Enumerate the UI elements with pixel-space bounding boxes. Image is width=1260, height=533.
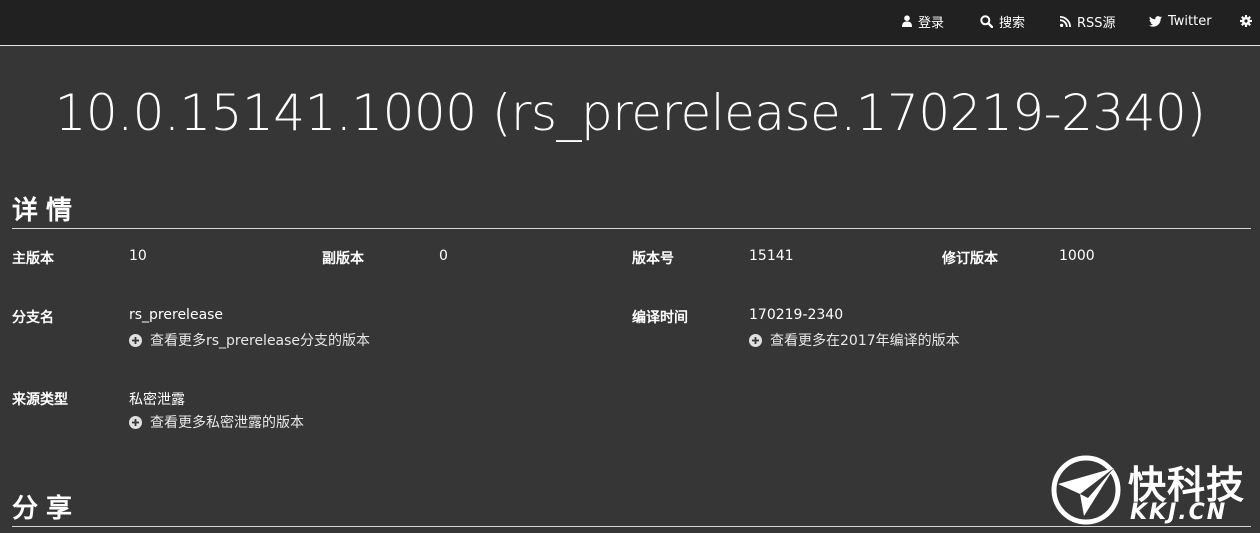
rss-icon	[1060, 15, 1071, 27]
settings-button[interactable]	[1240, 0, 1258, 42]
major-version-label: 主版本	[12, 251, 54, 267]
branch-more-label: 查看更多rs_prerelease分支的版本	[150, 333, 371, 349]
gear-icon	[1240, 15, 1252, 27]
plus-circle-icon	[749, 333, 762, 347]
details-divider	[12, 228, 1251, 229]
kkj-watermark: 快科技 KKJ.CN	[1050, 452, 1256, 528]
source-more-label: 查看更多私密泄露的版本	[150, 415, 304, 431]
revision-value: 1000	[1059, 248, 1095, 264]
search-label: 搜索	[999, 15, 1026, 31]
plus-circle-icon	[129, 415, 142, 429]
source-type-label: 来源类型	[12, 392, 68, 408]
compile-time-label: 编译时间	[632, 310, 688, 326]
branch-more-link[interactable]: 查看更多rs_prerelease分支的版本	[129, 330, 370, 350]
branch-label: 分支名	[12, 310, 54, 326]
compile-time-value: 170219-2340	[749, 307, 844, 323]
build-number-value: 15141	[749, 248, 794, 264]
watermark-text-en: KKJ.CN	[1130, 500, 1228, 525]
build-number-label: 版本号	[632, 251, 674, 267]
rss-link[interactable]: RSS源	[1060, 0, 1116, 42]
kkj-logo-icon	[1051, 455, 1121, 525]
source-more-link[interactable]: 查看更多私密泄露的版本	[129, 412, 304, 432]
login-link[interactable]: 登录	[902, 0, 944, 42]
twitter-label: Twitter	[1168, 13, 1212, 29]
user-icon	[902, 15, 912, 27]
details-heading: 详情	[12, 196, 81, 226]
major-version-value: 10	[129, 248, 147, 264]
plus-circle-icon	[129, 333, 142, 347]
branch-value: rs_prerelease	[129, 307, 224, 323]
top-navbar: 登录 搜索 RSS源 Twitter	[0, 0, 1260, 46]
twitter-link[interactable]: Twitter	[1149, 0, 1212, 42]
twitter-icon	[1149, 15, 1162, 27]
source-type-value: 私密泄露	[129, 392, 185, 408]
page-title: 10.0.15141.1000 (rs_prerelease.170219-23…	[54, 84, 1206, 142]
compile-year-more-label: 查看更多在2017年编译的版本	[770, 333, 960, 349]
minor-version-label: 副版本	[322, 251, 364, 267]
search-link[interactable]: 搜索	[980, 0, 1025, 42]
minor-version-value: 0	[439, 248, 448, 264]
search-icon	[980, 14, 993, 28]
share-heading: 分享	[12, 494, 81, 524]
revision-label: 修订版本	[942, 251, 998, 267]
compile-year-more-link[interactable]: 查看更多在2017年编译的版本	[749, 330, 960, 350]
login-label: 登录	[918, 15, 945, 31]
rss-label: RSS源	[1077, 15, 1116, 31]
